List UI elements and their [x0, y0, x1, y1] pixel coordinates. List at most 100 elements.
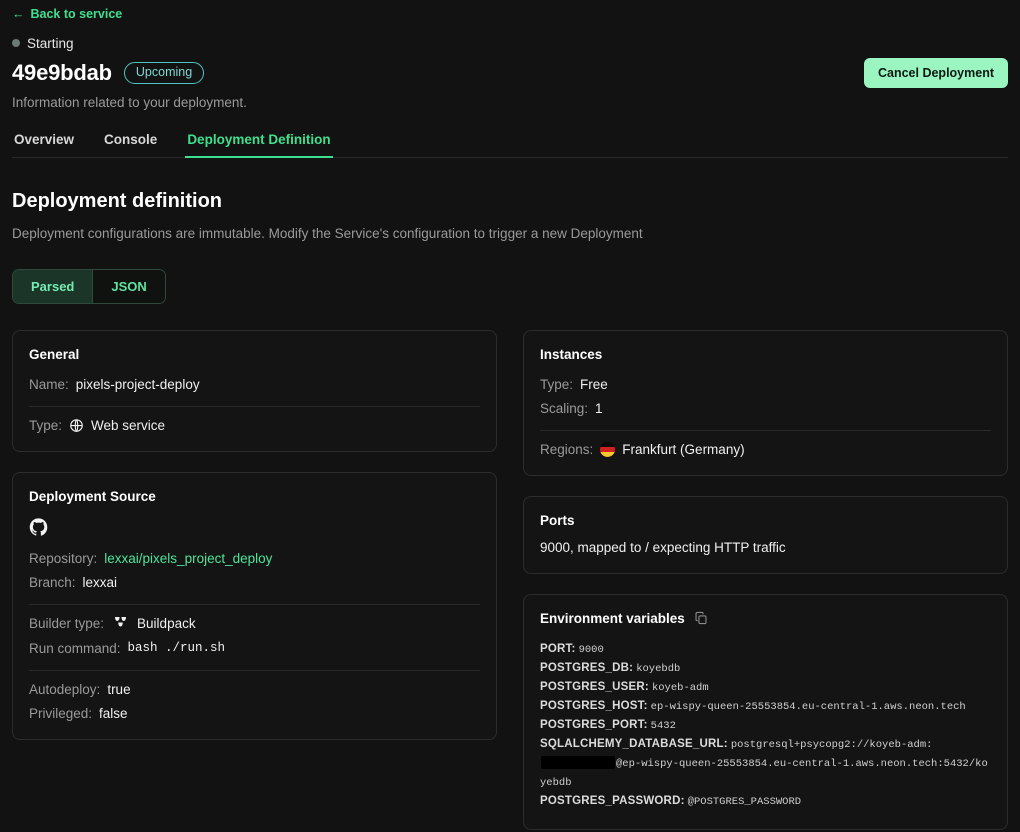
privileged-row: Privileged: false [29, 697, 480, 721]
run-command-value: bash ./run.sh [127, 641, 226, 656]
section-title: Deployment definition [12, 189, 222, 212]
arrow-left-icon: ← [12, 6, 25, 21]
env-var-key: POSTGRES_PORT: [540, 718, 648, 731]
branch-row: Branch: lexxai [29, 566, 480, 590]
autodeploy-value: true [107, 681, 131, 697]
env-var-row: POSTGRES_HOST: ep-wispy-queen-25553854.e… [540, 697, 991, 716]
tab-overview[interactable]: Overview [12, 132, 76, 158]
ports-card-title: Ports [540, 512, 575, 528]
page-title: 49e9bdab [12, 59, 112, 85]
general-type-label: Type: [29, 417, 63, 433]
redacted-secret [541, 757, 615, 769]
deployment-status: Starting [12, 36, 1008, 51]
divider [29, 603, 480, 605]
env-var-key: POSTGRES_DB: [540, 661, 634, 674]
github-icon [29, 518, 480, 542]
environment-variables-list: PORT: 9000 POSTGRES_DB: koyebdb POSTGRES… [540, 640, 991, 811]
env-var-value: koyeb-adm [651, 681, 709, 694]
globe-icon [69, 418, 84, 433]
env-var-value: 9000 [578, 643, 604, 656]
autodeploy-row: Autodeploy: true [29, 673, 480, 697]
tab-bar: Overview Console Deployment Definition [12, 132, 1008, 158]
env-var-key: POSTGRES_PASSWORD: [540, 794, 685, 807]
general-name-label: Name: [29, 376, 69, 392]
env-var-row: POSTGRES_PORT: 5432 [540, 716, 991, 735]
buildpack-icon [111, 616, 130, 632]
view-toggle-parsed[interactable]: Parsed [13, 269, 93, 303]
tab-deployment-definition[interactable]: Deployment Definition [185, 132, 333, 158]
privileged-value: false [99, 705, 128, 721]
env-var-row: POSTGRES_DB: koyebdb [540, 659, 991, 678]
divider [540, 429, 991, 431]
autodeploy-label: Autodeploy: [29, 681, 101, 697]
scaling-value: 1 [595, 400, 603, 416]
general-card: General Name: pixels-project-deploy Type… [12, 329, 497, 452]
deployment-source-card-title: Deployment Source [29, 488, 156, 504]
builder-type-label: Builder type: [29, 616, 105, 632]
view-toggle: Parsed JSON [12, 268, 166, 304]
copy-icon[interactable] [694, 611, 708, 625]
general-card-title: General [29, 346, 80, 362]
env-var-key: PORT: [540, 642, 576, 655]
branch-label: Branch: [29, 574, 76, 590]
env-var-value: 5432 [650, 719, 676, 732]
definition-columns: General Name: pixels-project-deploy Type… [12, 329, 1008, 830]
repository-row: Repository: lexxai/pixels_project_deploy [29, 542, 480, 566]
run-command-label: Run command: [29, 640, 121, 656]
instance-type-value: Free [580, 376, 608, 392]
environment-variables-header: Environment variables [540, 611, 991, 626]
environment-variables-card: Environment variables PORT: 9000 POSTGRE… [523, 593, 1008, 830]
env-var-value: koyebdb [636, 662, 681, 675]
builder-type-value: Buildpack [137, 616, 196, 632]
env-var-key: POSTGRES_USER: [540, 680, 649, 693]
status-badge: Upcoming [123, 62, 205, 84]
flag-germany-icon [600, 441, 616, 457]
page-title-row: 49e9bdab Upcoming Cancel Deployment [12, 57, 1008, 88]
env-var-row: POSTGRES_USER: koyeb-adm [540, 678, 991, 697]
env-var-key: POSTGRES_HOST: [540, 699, 648, 712]
env-var-value: ep-wispy-queen-25553854.eu-central-1.aws… [650, 700, 966, 713]
privileged-label: Privileged: [29, 705, 93, 721]
environment-variables-title: Environment variables [540, 610, 685, 626]
env-var-value: @POSTGRES_PASSWORD [687, 795, 802, 808]
back-to-service-label: Back to service [30, 7, 123, 21]
regions-label: Regions: [540, 441, 594, 457]
general-name-row: Name: pixels-project-deploy [29, 368, 480, 392]
general-name-value: pixels-project-deploy [75, 376, 200, 392]
env-var-row: SQLALCHEMY_DATABASE_URL: postgresql+psyc… [540, 735, 991, 792]
branch-value: lexxai [82, 574, 118, 590]
tab-console[interactable]: Console [102, 132, 159, 158]
instance-type-row: Type: Free [540, 368, 991, 392]
view-toggle-json[interactable]: JSON [92, 269, 165, 303]
run-command-row: Run command: bash ./run.sh [29, 632, 480, 656]
cancel-deployment-button[interactable]: Cancel Deployment [863, 57, 1008, 88]
builder-type-row: Builder type: Buildpack [29, 607, 480, 632]
repository-label: Repository: [29, 550, 98, 566]
page-subtitle: Information related to your deployment. [12, 94, 247, 110]
ports-value: 9000, mapped to / expecting HTTP traffic [540, 539, 786, 555]
env-var-row: PORT: 9000 [540, 640, 991, 659]
env-var-row: POSTGRES_PASSWORD: @POSTGRES_PASSWORD [540, 792, 991, 811]
back-to-service-link[interactable]: ← Back to service [12, 7, 122, 21]
regions-value: Frankfurt (Germany) [622, 441, 745, 457]
repository-link[interactable]: lexxai/pixels_project_deploy [104, 551, 272, 566]
general-type-row: Type: Web service [29, 409, 480, 433]
left-column: General Name: pixels-project-deploy Type… [12, 329, 497, 740]
status-label: Starting [27, 35, 74, 51]
deployment-definition-page: ← Back to service Starting 49e9bdab Upco… [0, 0, 1020, 832]
divider [29, 405, 480, 407]
divider [29, 669, 480, 671]
ports-card: Ports 9000, mapped to / expecting HTTP t… [523, 495, 1008, 574]
deployment-source-card: Deployment Source Repository: lexxai/pix… [12, 471, 497, 740]
scaling-row: Scaling: 1 [540, 392, 991, 416]
env-var-value-before: postgresql+psycopg2://koyeb-adm: [730, 738, 933, 751]
instances-card: Instances Type: Free Scaling: 1 Regions:… [523, 329, 1008, 476]
scaling-label: Scaling: [540, 400, 589, 416]
instance-type-label: Type: [540, 376, 574, 392]
env-var-key: SQLALCHEMY_DATABASE_URL: [540, 737, 728, 750]
section-subtitle: Deployment configurations are immutable.… [12, 225, 643, 241]
general-type-value: Web service [91, 417, 166, 433]
status-dot-icon [12, 39, 20, 48]
right-column: Instances Type: Free Scaling: 1 Regions:… [523, 329, 1008, 830]
instances-card-title: Instances [540, 346, 603, 362]
